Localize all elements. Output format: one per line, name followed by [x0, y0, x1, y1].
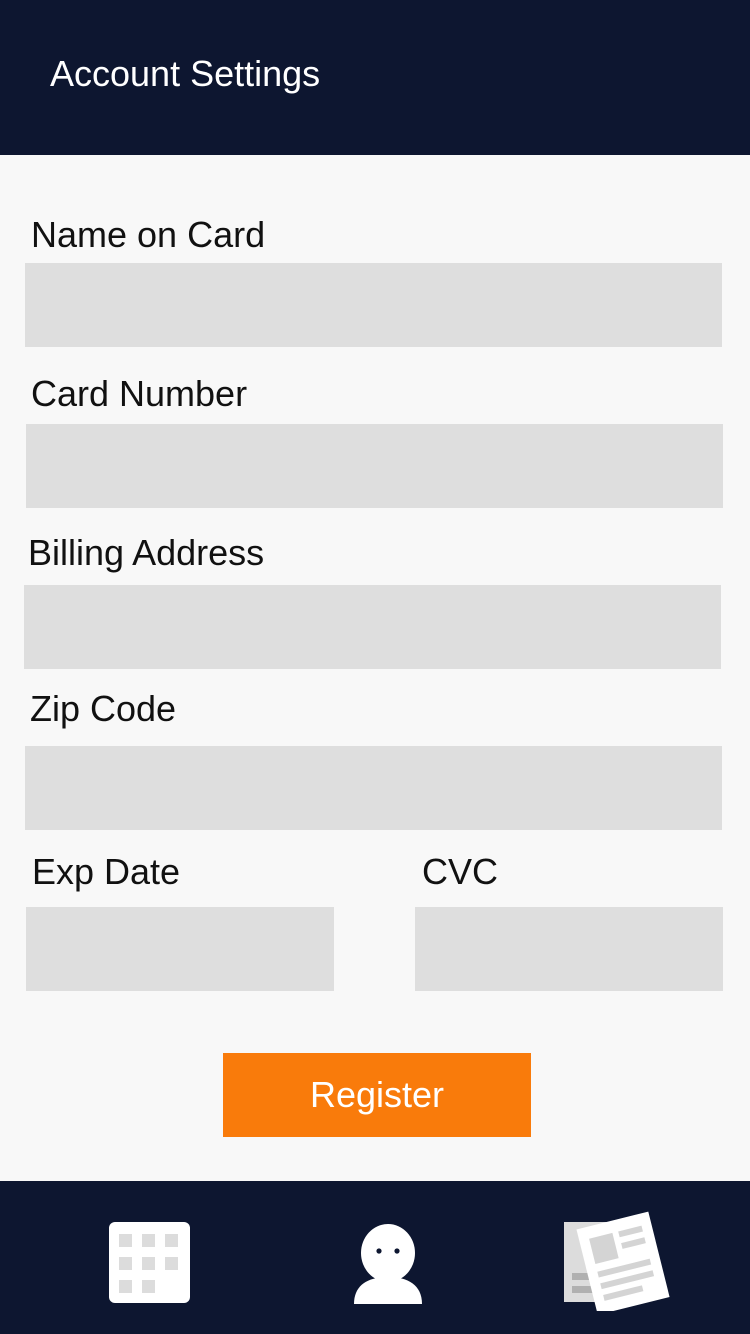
tab-calendar[interactable] [90, 1211, 210, 1311]
exp-date-label: Exp Date [32, 851, 181, 892]
zip-code-input[interactable] [25, 746, 722, 830]
newspaper-icon [564, 1211, 670, 1311]
card-number-input[interactable] [26, 424, 723, 508]
tab-profile[interactable] [328, 1211, 448, 1311]
name-on-card-input[interactable] [25, 263, 722, 347]
zip-code-label: Zip Code [30, 688, 177, 729]
cvc-input[interactable] [415, 907, 723, 991]
calendar-grid-icon [109, 1222, 190, 1303]
cvc-label: CVC [422, 851, 499, 892]
register-button[interactable]: Register [223, 1053, 531, 1137]
bottom-tab-bar [0, 1181, 750, 1334]
billing-address-label: Billing Address [28, 532, 265, 573]
header-bar: Account Settings [0, 0, 750, 155]
tab-news[interactable] [558, 1211, 678, 1311]
card-number-label: Card Number [31, 373, 248, 414]
page-title: Account Settings [50, 53, 321, 94]
exp-date-input[interactable] [26, 907, 334, 991]
billing-address-input[interactable] [24, 585, 721, 669]
user-profile-icon [354, 1224, 422, 1304]
name-on-card-label: Name on Card [31, 214, 266, 255]
